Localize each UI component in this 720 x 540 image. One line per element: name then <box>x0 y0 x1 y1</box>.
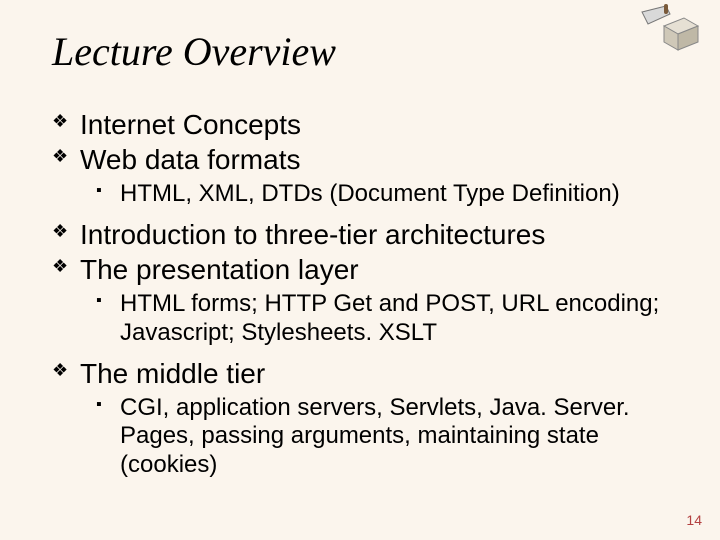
bullet-lvl1: The presentation layer <box>52 253 668 286</box>
slide-body: Internet Concepts Web data formats HTML,… <box>52 106 668 489</box>
trowel-cube-icon <box>636 4 700 56</box>
bullet-lvl1: Web data formats <box>52 143 668 176</box>
bullet-lvl2: HTML forms; HTTP Get and POST, URL encod… <box>92 290 668 347</box>
slide: Lecture Overview Internet Concepts Web d… <box>0 0 720 540</box>
bullet-lvl2: HTML, XML, DTDs (Document Type Definitio… <box>92 180 668 208</box>
bullet-lvl2: CGI, application servers, Servlets, Java… <box>92 394 668 479</box>
bullet-lvl1: Internet Concepts <box>52 108 668 141</box>
bullet-lvl1: Introduction to three-tier architectures <box>52 218 668 251</box>
page-number: 14 <box>686 512 702 528</box>
slide-title: Lecture Overview <box>52 28 336 75</box>
bullet-lvl1: The middle tier <box>52 357 668 390</box>
